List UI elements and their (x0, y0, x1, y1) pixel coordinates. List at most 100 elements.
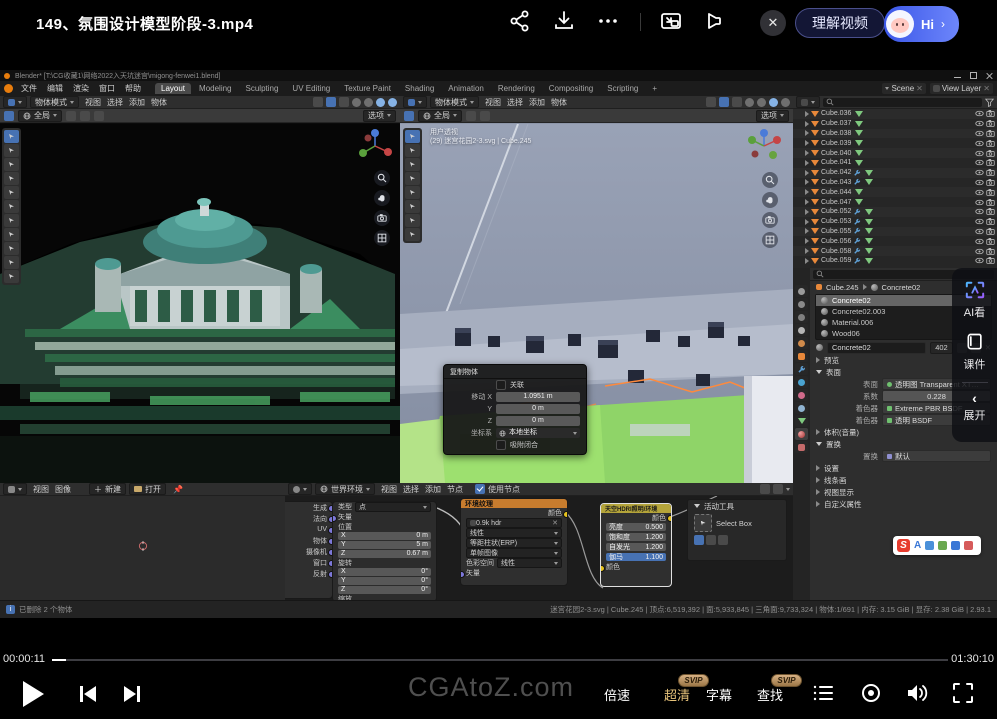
hide-eye-icon[interactable] (975, 227, 984, 236)
tab-data-icon[interactable] (795, 415, 808, 427)
render-visibility-icon[interactable] (986, 149, 995, 158)
ortho-toggle-icon[interactable] (762, 232, 778, 248)
tool-scale-icon[interactable] (405, 186, 420, 199)
hide-eye-icon[interactable] (975, 217, 984, 226)
tool-transform-icon[interactable] (4, 200, 19, 213)
hide-eye-icon[interactable] (975, 188, 984, 197)
tab-scene-icon[interactable] (795, 324, 808, 336)
tool-annotate-icon[interactable] (405, 214, 420, 227)
tab-output-icon[interactable] (795, 298, 808, 310)
viewport-menu-item[interactable]: 物体 (548, 97, 570, 108)
expand-icon[interactable] (805, 160, 809, 166)
navigation-gizmo[interactable] (356, 128, 394, 164)
maximize-icon[interactable] (970, 72, 977, 79)
outliner-row[interactable]: Cube.037 (793, 119, 997, 129)
editor-type-icon[interactable] (403, 96, 427, 108)
expand-icon[interactable] (805, 130, 809, 136)
render-visibility-icon[interactable] (986, 188, 995, 197)
scene-selector[interactable]: Scene✕ (882, 83, 925, 94)
image-datablock-field[interactable]: 0.9k hdr✕ (466, 518, 562, 528)
render-visibility-icon[interactable] (986, 158, 995, 167)
outliner-row[interactable]: Cube.056 (793, 236, 997, 246)
fullscreen-icon[interactable] (952, 682, 974, 704)
shading-rendered-icon[interactable] (781, 98, 790, 107)
editor-type-icon[interactable] (3, 96, 27, 108)
outliner-row[interactable]: Cube.058 (793, 246, 997, 256)
expand-icon[interactable] (805, 258, 809, 264)
outliner-row[interactable]: Cube.042 (793, 168, 997, 178)
hide-eye-icon[interactable] (975, 237, 984, 246)
linked-checkbox[interactable] (496, 380, 506, 390)
operator-panel[interactable]: 复制物体 关联 移动 X1.0951 m Y0 m Z0 m 坐标系 本地坐标 … (443, 364, 587, 455)
move-x-field[interactable]: 1.0951 m (496, 392, 580, 402)
transform-orientation-icon[interactable] (313, 97, 323, 107)
tool-shear-icon[interactable] (4, 270, 19, 283)
navigation-gizmo[interactable] (745, 128, 783, 164)
shader-menu-item[interactable]: 选择 (400, 484, 422, 495)
menu-item[interactable]: 窗口 (94, 83, 120, 94)
outliner-row[interactable]: Cube.036 (793, 109, 997, 119)
tab-material-icon[interactable] (795, 428, 808, 440)
active-tool-icon[interactable] (404, 111, 414, 121)
material-browse-icon[interactable] (816, 344, 823, 351)
tab-render-icon[interactable] (795, 285, 808, 297)
shader-type-dropdown[interactable]: 世界环境 (315, 483, 375, 495)
image-menu-item[interactable]: 图像 (52, 484, 74, 495)
ai-assistant-button[interactable]: Hi › (884, 6, 959, 42)
snapping-icon[interactable] (760, 484, 770, 494)
render-visibility-icon[interactable] (986, 109, 995, 118)
viewport-display-panel-header[interactable]: 视图显示 (810, 486, 997, 498)
progress-bar[interactable] (52, 659, 948, 661)
env-texture-dropdown[interactable]: 线性 (466, 528, 562, 538)
tool-extrude-icon[interactable] (4, 256, 19, 269)
expand-icon[interactable] (805, 219, 809, 225)
workspace-tab[interactable]: Scripting (601, 83, 644, 94)
tool-rotate-icon[interactable] (4, 172, 19, 185)
expand-icon[interactable] (805, 170, 809, 176)
blender-app-icon[interactable] (4, 84, 13, 93)
editor-type-icon[interactable] (288, 483, 312, 495)
play-button[interactable] (20, 679, 46, 709)
ime-mode-letter[interactable]: A (914, 540, 921, 551)
volume-icon[interactable] (905, 682, 929, 704)
next-button[interactable] (122, 684, 142, 704)
hide-eye-icon[interactable] (975, 158, 984, 167)
record-icon[interactable] (860, 682, 882, 704)
pan-hand-icon[interactable] (374, 190, 390, 206)
workspace-tab[interactable]: Modeling (193, 83, 237, 94)
texture-coordinate-node[interactable]: 生成 法向 UV (285, 501, 333, 599)
viewport-menu-item[interactable]: 添加 (526, 97, 548, 108)
editor-type-icon[interactable] (3, 483, 27, 495)
breadcrumb-material[interactable]: Concrete02 (882, 283, 921, 292)
download-icon[interactable] (552, 9, 578, 35)
workspace-tab[interactable]: Texture Paint (338, 83, 397, 94)
overlays-icon[interactable] (773, 484, 783, 494)
mode-dropdown[interactable]: 物体模式 (430, 96, 479, 108)
minimize-icon[interactable] (954, 72, 961, 79)
expand-icon[interactable] (805, 199, 809, 205)
zoom-icon[interactable] (374, 170, 390, 186)
render-visibility-icon[interactable] (986, 207, 995, 216)
workspace-tab[interactable]: Sculpting (240, 83, 285, 94)
workspace-tab[interactable]: Shading (399, 83, 440, 94)
outliner-row[interactable]: Cube.040 (793, 148, 997, 158)
menu-item[interactable]: 文件 (16, 83, 42, 94)
find-button[interactable]: 查找 SVIP (757, 685, 783, 704)
tool-measure-icon[interactable] (405, 228, 420, 241)
render-visibility-icon[interactable] (986, 178, 995, 187)
window-close-icon[interactable] (986, 72, 993, 79)
image-menu-item[interactable]: 视图 (30, 484, 52, 495)
outliner-row[interactable]: Cube.044 (793, 187, 997, 197)
expand-icon[interactable] (805, 228, 809, 234)
shader-menu-item[interactable]: 视图 (378, 484, 400, 495)
orientation-dropdown[interactable]: 全局 (418, 110, 462, 122)
snap-icon[interactable] (326, 97, 336, 107)
material-users-button[interactable]: 402 (930, 342, 953, 354)
tool-add-cube-icon[interactable] (4, 242, 19, 255)
magnet-icon[interactable] (80, 111, 90, 121)
expand-label[interactable]: 展开 (964, 407, 986, 423)
previous-button[interactable] (78, 684, 98, 704)
workspace-tab[interactable]: Rendering (492, 83, 541, 94)
subtitle-button[interactable]: 字幕 (706, 685, 732, 704)
orientation-dropdown[interactable]: 全局 (18, 110, 62, 122)
